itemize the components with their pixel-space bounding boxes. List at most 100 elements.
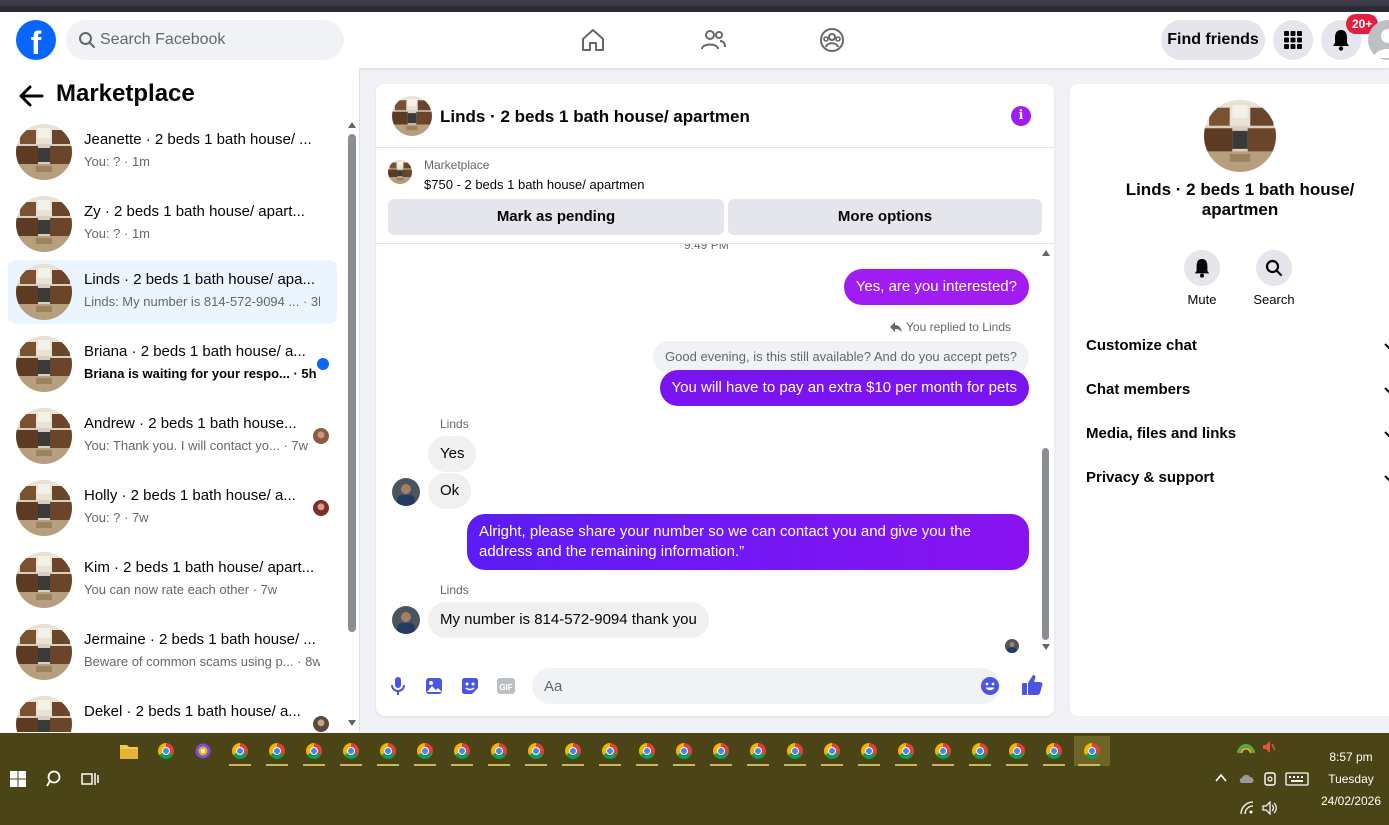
facebook-logo[interactable]: f <box>16 20 56 60</box>
chrome-window[interactable] <box>336 736 366 766</box>
info-icon[interactable]: i <box>1011 106 1031 126</box>
search-input[interactable] <box>100 20 330 60</box>
file-explorer-app[interactable] <box>114 736 144 766</box>
volume-icon[interactable] <box>1262 801 1278 815</box>
task-view-icon[interactable] <box>81 771 99 787</box>
quoted-message[interactable]: Good evening, is this still available? A… <box>653 341 1029 373</box>
friends-icon[interactable] <box>699 26 727 54</box>
media-files-links-row[interactable]: Media, files and links <box>1086 412 1389 456</box>
conversation-item[interactable]: Zy · 2 beds 1 bath house/ apart... You: … <box>8 192 337 256</box>
scroll-up-arrow-icon[interactable] <box>1042 250 1050 256</box>
conversation-item-active[interactable]: Linds · 2 beds 1 bath house/ apa... Lind… <box>8 260 337 324</box>
search-icon[interactable] <box>46 770 64 788</box>
menu-button[interactable] <box>1273 20 1313 60</box>
chrome-window[interactable] <box>965 736 995 766</box>
like-icon[interactable] <box>1020 673 1044 697</box>
chrome-window[interactable] <box>410 736 440 766</box>
scroll-down-arrow-icon[interactable] <box>1042 644 1050 650</box>
clock-date[interactable]: 24/02/2026 <box>1316 794 1386 808</box>
message-input-box[interactable] <box>532 668 1000 704</box>
photo-icon[interactable] <box>424 676 444 696</box>
search-chat-button[interactable]: Search <box>1244 250 1304 307</box>
colorful-tray-icon[interactable] <box>1237 741 1255 755</box>
chevron-up-icon[interactable] <box>1215 773 1227 783</box>
conversation-item[interactable]: Kim · 2 beds 1 bath house/ apart... You … <box>8 548 337 612</box>
chrome-window[interactable] <box>299 736 329 766</box>
customize-chat-row[interactable]: Customize chat <box>1086 324 1389 368</box>
listing-price[interactable]: $750 - 2 beds 1 bath house/ apartmen <box>424 177 644 192</box>
conversation-item[interactable]: Dekel · 2 beds 1 bath house/ a... <box>8 692 337 732</box>
search-box[interactable] <box>66 20 344 60</box>
chrome-window-current[interactable] <box>1074 736 1110 766</box>
chrome-window[interactable] <box>373 736 403 766</box>
sticker-icon[interactable] <box>460 676 480 696</box>
chrome-window[interactable] <box>484 736 514 766</box>
chrome-window[interactable] <box>743 736 773 766</box>
chrome-window[interactable] <box>447 736 477 766</box>
find-friends-button[interactable]: Find friends <box>1161 20 1265 60</box>
brave-app[interactable] <box>188 736 218 766</box>
chrome-window[interactable] <box>225 736 255 766</box>
clock-day[interactable]: Tuesday <box>1316 772 1386 786</box>
mark-as-pending-button[interactable]: Mark as pending <box>388 199 724 235</box>
chat-avatar[interactable] <box>1204 100 1276 172</box>
emoji-icon[interactable] <box>980 676 1000 696</box>
chat-title[interactable]: Linds · 2 beds 1 bath house/ apartmen <box>440 107 750 127</box>
home-icon[interactable] <box>579 26 607 54</box>
chat-thumbnail[interactable] <box>392 96 432 136</box>
chrome-window[interactable] <box>669 736 699 766</box>
clock-time[interactable]: 8:57 pm <box>1316 750 1386 764</box>
chrome-window[interactable] <box>817 736 847 766</box>
conversation-item[interactable]: Jeanette · 2 beds 1 bath house/ ... You:… <box>8 120 337 184</box>
chrome-window[interactable] <box>521 736 551 766</box>
chrome-icon <box>676 743 692 759</box>
message-incoming[interactable]: My number is 814-572-9094 thank you <box>428 602 709 638</box>
chrome-app[interactable] <box>151 736 181 766</box>
chrome-window[interactable] <box>632 736 662 766</box>
back-arrow-icon[interactable] <box>18 84 44 108</box>
scrollbar-thumb[interactable] <box>348 134 356 632</box>
chrome-window[interactable] <box>854 736 884 766</box>
sidebar-scrollbar[interactable] <box>346 118 358 730</box>
windows-start-icon[interactable] <box>10 771 26 787</box>
scroll-up-arrow-icon[interactable] <box>348 122 356 128</box>
microphone-icon[interactable] <box>388 676 408 696</box>
message-incoming[interactable]: Yes <box>428 436 477 472</box>
chrome-window[interactable] <box>595 736 625 766</box>
conversation-item[interactable]: Holly · 2 beds 1 bath house/ a... You: ?… <box>8 476 337 540</box>
conversation-item[interactable]: Andrew · 2 beds 1 bath house... You: Tha… <box>8 404 337 468</box>
keyboard-icon[interactable] <box>1285 772 1309 786</box>
more-options-button[interactable]: More options <box>728 199 1042 235</box>
scroll-down-arrow-icon[interactable] <box>348 720 356 726</box>
chat-members-row[interactable]: Chat members <box>1086 368 1389 412</box>
chat-scrollbar[interactable] <box>1040 244 1052 654</box>
wifi-icon[interactable] <box>1240 801 1254 815</box>
message-outgoing[interactable]: Alright, please share your number so we … <box>467 514 1029 570</box>
gif-icon[interactable]: GIF <box>496 676 516 696</box>
chrome-window[interactable] <box>706 736 736 766</box>
groups-icon[interactable] <box>818 26 846 54</box>
privacy-support-row[interactable]: Privacy & support <box>1086 456 1389 500</box>
mute-button[interactable]: Mute <box>1172 250 1232 307</box>
chrome-window[interactable] <box>262 736 292 766</box>
chrome-window[interactable] <box>780 736 810 766</box>
row-label: Chat members <box>1086 381 1191 398</box>
speaker-alert-icon[interactable] <box>1262 740 1276 754</box>
chrome-window[interactable] <box>558 736 588 766</box>
conversation-item[interactable]: Briana · 2 beds 1 bath house/ a... Brian… <box>8 332 337 396</box>
device-icon[interactable] <box>1263 771 1277 787</box>
cloud-icon[interactable] <box>1238 772 1256 784</box>
search-icon <box>79 32 95 48</box>
message-input[interactable] <box>544 668 964 704</box>
sender-avatar[interactable] <box>392 478 420 506</box>
scrollbar-thumb[interactable] <box>1042 448 1049 640</box>
message-incoming[interactable]: Ok <box>428 473 472 509</box>
chrome-window[interactable] <box>1039 736 1069 766</box>
chrome-window[interactable] <box>928 736 958 766</box>
message-outgoing[interactable]: Yes, are you interested? <box>843 269 1029 305</box>
chrome-window[interactable] <box>891 736 921 766</box>
sender-avatar[interactable] <box>392 606 420 634</box>
conversation-item[interactable]: Jermaine · 2 beds 1 bath house/ ... Bewa… <box>8 620 337 684</box>
message-outgoing[interactable]: You will have to pay an extra $10 per mo… <box>659 370 1029 406</box>
chrome-window[interactable] <box>1002 736 1032 766</box>
